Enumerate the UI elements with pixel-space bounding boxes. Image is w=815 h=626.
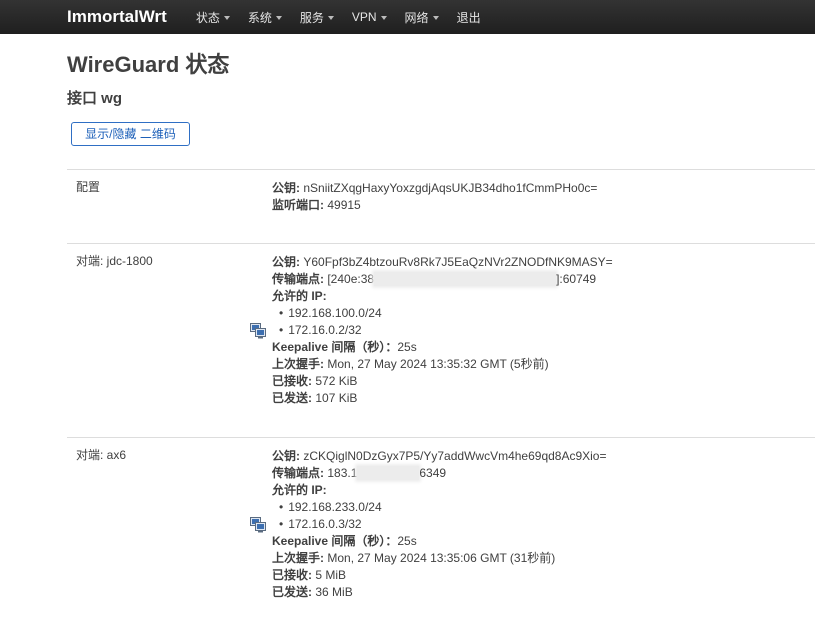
caret-down-icon (432, 15, 439, 20)
allowed-ips-list: 192.168.233.0/24 172.16.0.3/32 (272, 499, 607, 533)
sent-label: 已发送: (272, 585, 312, 599)
received-value: 572 KiB (315, 374, 358, 388)
keepalive-label: Keepalive 间隔（秒）： (272, 534, 398, 548)
nav-menu-label: 网络 (404, 10, 429, 25)
endpoint-value-start: 183.1 (327, 466, 358, 480)
allowed-ips-line: 允许的 IP: (272, 288, 613, 305)
endpoint-value-end: ]:60749 (556, 272, 597, 286)
peer-row: 对端: ax6 公钥: zCKQiglN0DzGyx7P5/Yy7addWwcV… (67, 437, 815, 617)
config-lines: 公钥: nSniitZXqgHaxyYoxzgdjAqsUKJB34dho1fC… (272, 180, 597, 214)
public-key-line: 公钥: zCKQiglN0DzGyx7P5/Yy7addWwcVm4he69qd… (272, 448, 607, 465)
listen-port-line: 监听端口: 49915 (272, 197, 597, 214)
page-title: WireGuard 状态 (67, 52, 230, 77)
public-key-value: nSniitZXqgHaxyYoxzgdjAqsUKJB34dho1fCmmPH… (303, 181, 598, 195)
received-value: 5 MiB (315, 568, 347, 582)
redacted-region (374, 272, 557, 286)
allowed-ip-item: 192.168.233.0/24 (272, 499, 607, 516)
public-key-line: 公钥: Y60Fpf3bZ4btzouRv8Rk7J5EaQzNVr2ZNODf… (272, 254, 613, 271)
allowed-ips-label: 允许的 IP: (272, 289, 327, 303)
keepalive-label: Keepalive 间隔（秒）： (272, 340, 398, 354)
received-line: 已接收: 5 MiB (272, 567, 607, 584)
public-key-value: zCKQiglN0DzGyx7P5/Yy7addWwcVm4he69qd8Ac9… (303, 449, 607, 463)
nav-menu-status[interactable]: 状态 (196, 9, 230, 26)
caret-down-icon (223, 15, 230, 20)
endpoint-line: 传输端点: [240e:38 ]:60749 (272, 271, 613, 288)
keepalive-line: Keepalive 间隔（秒）：25s (272, 533, 607, 550)
nav-menu-system[interactable]: 系统 (248, 9, 282, 26)
peer-lines: 公钥: Y60Fpf3bZ4btzouRv8Rk7J5EaQzNVr2ZNODf… (272, 254, 613, 407)
endpoint-value-end: 6349 (419, 466, 447, 480)
keepalive-value: 25s (397, 340, 417, 354)
network-icon (250, 516, 266, 532)
nav-menu-label: 系统 (247, 10, 272, 25)
last-handshake-value: Mon, 27 May 2024 13:35:32 GMT (5秒前) (327, 357, 549, 371)
last-handshake-value: Mon, 27 May 2024 13:35:06 GMT (31秒前) (327, 551, 556, 565)
endpoint-value-start: [240e:38 (327, 272, 375, 286)
nav-menu-label: VPN (351, 10, 377, 24)
peer-label: 对端: jdc-1800 (76, 254, 153, 268)
peer-row: 对端: jdc-1800 公钥: Y60Fpf3bZ4btzouRv8Rk7J5… (67, 243, 815, 437)
received-label: 已接收: (272, 568, 312, 582)
interface-heading: 接口 wg (67, 90, 122, 107)
public-key-value: Y60Fpf3bZ4btzouRv8Rk7J5EaQzNVr2ZNODfNK9M… (303, 255, 613, 269)
listen-port-label: 监听端口: (272, 198, 324, 212)
nav-menu-vpn[interactable]: VPN (352, 10, 387, 24)
nav-menu-logout[interactable]: 退出 (457, 9, 481, 26)
redacted-region (357, 466, 420, 480)
caret-down-icon (275, 15, 282, 20)
nav-menu-label: 退出 (456, 10, 481, 25)
public-key-label: 公钥: (272, 449, 300, 463)
sent-label: 已发送: (272, 391, 312, 405)
sent-line: 已发送: 36 MiB (272, 584, 607, 601)
brand-logo[interactable]: ImmortalWrt (67, 7, 167, 27)
received-label: 已接收: (272, 374, 312, 388)
keepalive-line: Keepalive 间隔（秒）：25s (272, 339, 613, 356)
sent-value: 36 MiB (315, 585, 353, 599)
last-handshake-line: 上次握手: Mon, 27 May 2024 13:35:06 GMT (31秒… (272, 550, 607, 567)
peer-lines: 公钥: zCKQiglN0DzGyx7P5/Yy7addWwcVm4he69qd… (272, 448, 607, 601)
config-label: 配置 (76, 180, 101, 194)
nav-menu-services[interactable]: 服务 (300, 9, 334, 26)
public-key-label: 公钥: (272, 255, 300, 269)
allowed-ip-item: 192.168.100.0/24 (272, 305, 613, 322)
received-line: 已接收: 572 KiB (272, 373, 613, 390)
keepalive-value: 25s (397, 534, 417, 548)
config-row: 配置 公钥: nSniitZXqgHaxyYoxzgdjAqsUKJB34dho… (67, 169, 815, 243)
public-key-line: 公钥: nSniitZXqgHaxyYoxzgdjAqsUKJB34dho1fC… (272, 180, 597, 197)
allowed-ip-item: 172.16.0.2/32 (272, 322, 613, 339)
caret-down-icon (327, 15, 334, 20)
public-key-label: 公钥: (272, 181, 300, 195)
peer-details: 公钥: Y60Fpf3bZ4btzouRv8Rk7J5EaQzNVr2ZNODf… (250, 254, 613, 407)
last-handshake-label: 上次握手: (272, 357, 324, 371)
peer-details: 公钥: zCKQiglN0DzGyx7P5/Yy7addWwcVm4he69qd… (250, 448, 607, 601)
peer-label: 对端: ax6 (76, 448, 127, 462)
allowed-ip-item: 172.16.0.3/32 (272, 516, 607, 533)
nav-menu-network[interactable]: 网络 (405, 9, 439, 26)
endpoint-label: 传输端点: (272, 466, 324, 480)
nav-menu-label: 服务 (299, 10, 324, 25)
top-navbar: ImmortalWrt 状态 系统 服务 VPN 网络 退出 (0, 0, 815, 34)
allowed-ips-line: 允许的 IP: (272, 482, 607, 499)
allowed-ips-list: 192.168.100.0/24 172.16.0.2/32 (272, 305, 613, 339)
endpoint-label: 传输端点: (272, 272, 324, 286)
endpoint-line: 传输端点: 183.1 6349 (272, 465, 607, 482)
last-handshake-label: 上次握手: (272, 551, 324, 565)
toggle-qr-code-button[interactable]: 显示/隐藏 二维码 (71, 122, 190, 146)
allowed-ips-label: 允许的 IP: (272, 483, 327, 497)
listen-port-value: 49915 (327, 198, 361, 212)
network-icon (250, 322, 266, 338)
wireguard-status-table: 配置 公钥: nSniitZXqgHaxyYoxzgdjAqsUKJB34dho… (67, 169, 815, 617)
sent-line: 已发送: 107 KiB (272, 390, 613, 407)
caret-down-icon (380, 15, 387, 20)
sent-value: 107 KiB (315, 391, 358, 405)
last-handshake-line: 上次握手: Mon, 27 May 2024 13:35:32 GMT (5秒前… (272, 356, 613, 373)
nav-menu-label: 状态 (195, 10, 220, 25)
config-details: 公钥: nSniitZXqgHaxyYoxzgdjAqsUKJB34dho1fC… (250, 180, 597, 214)
